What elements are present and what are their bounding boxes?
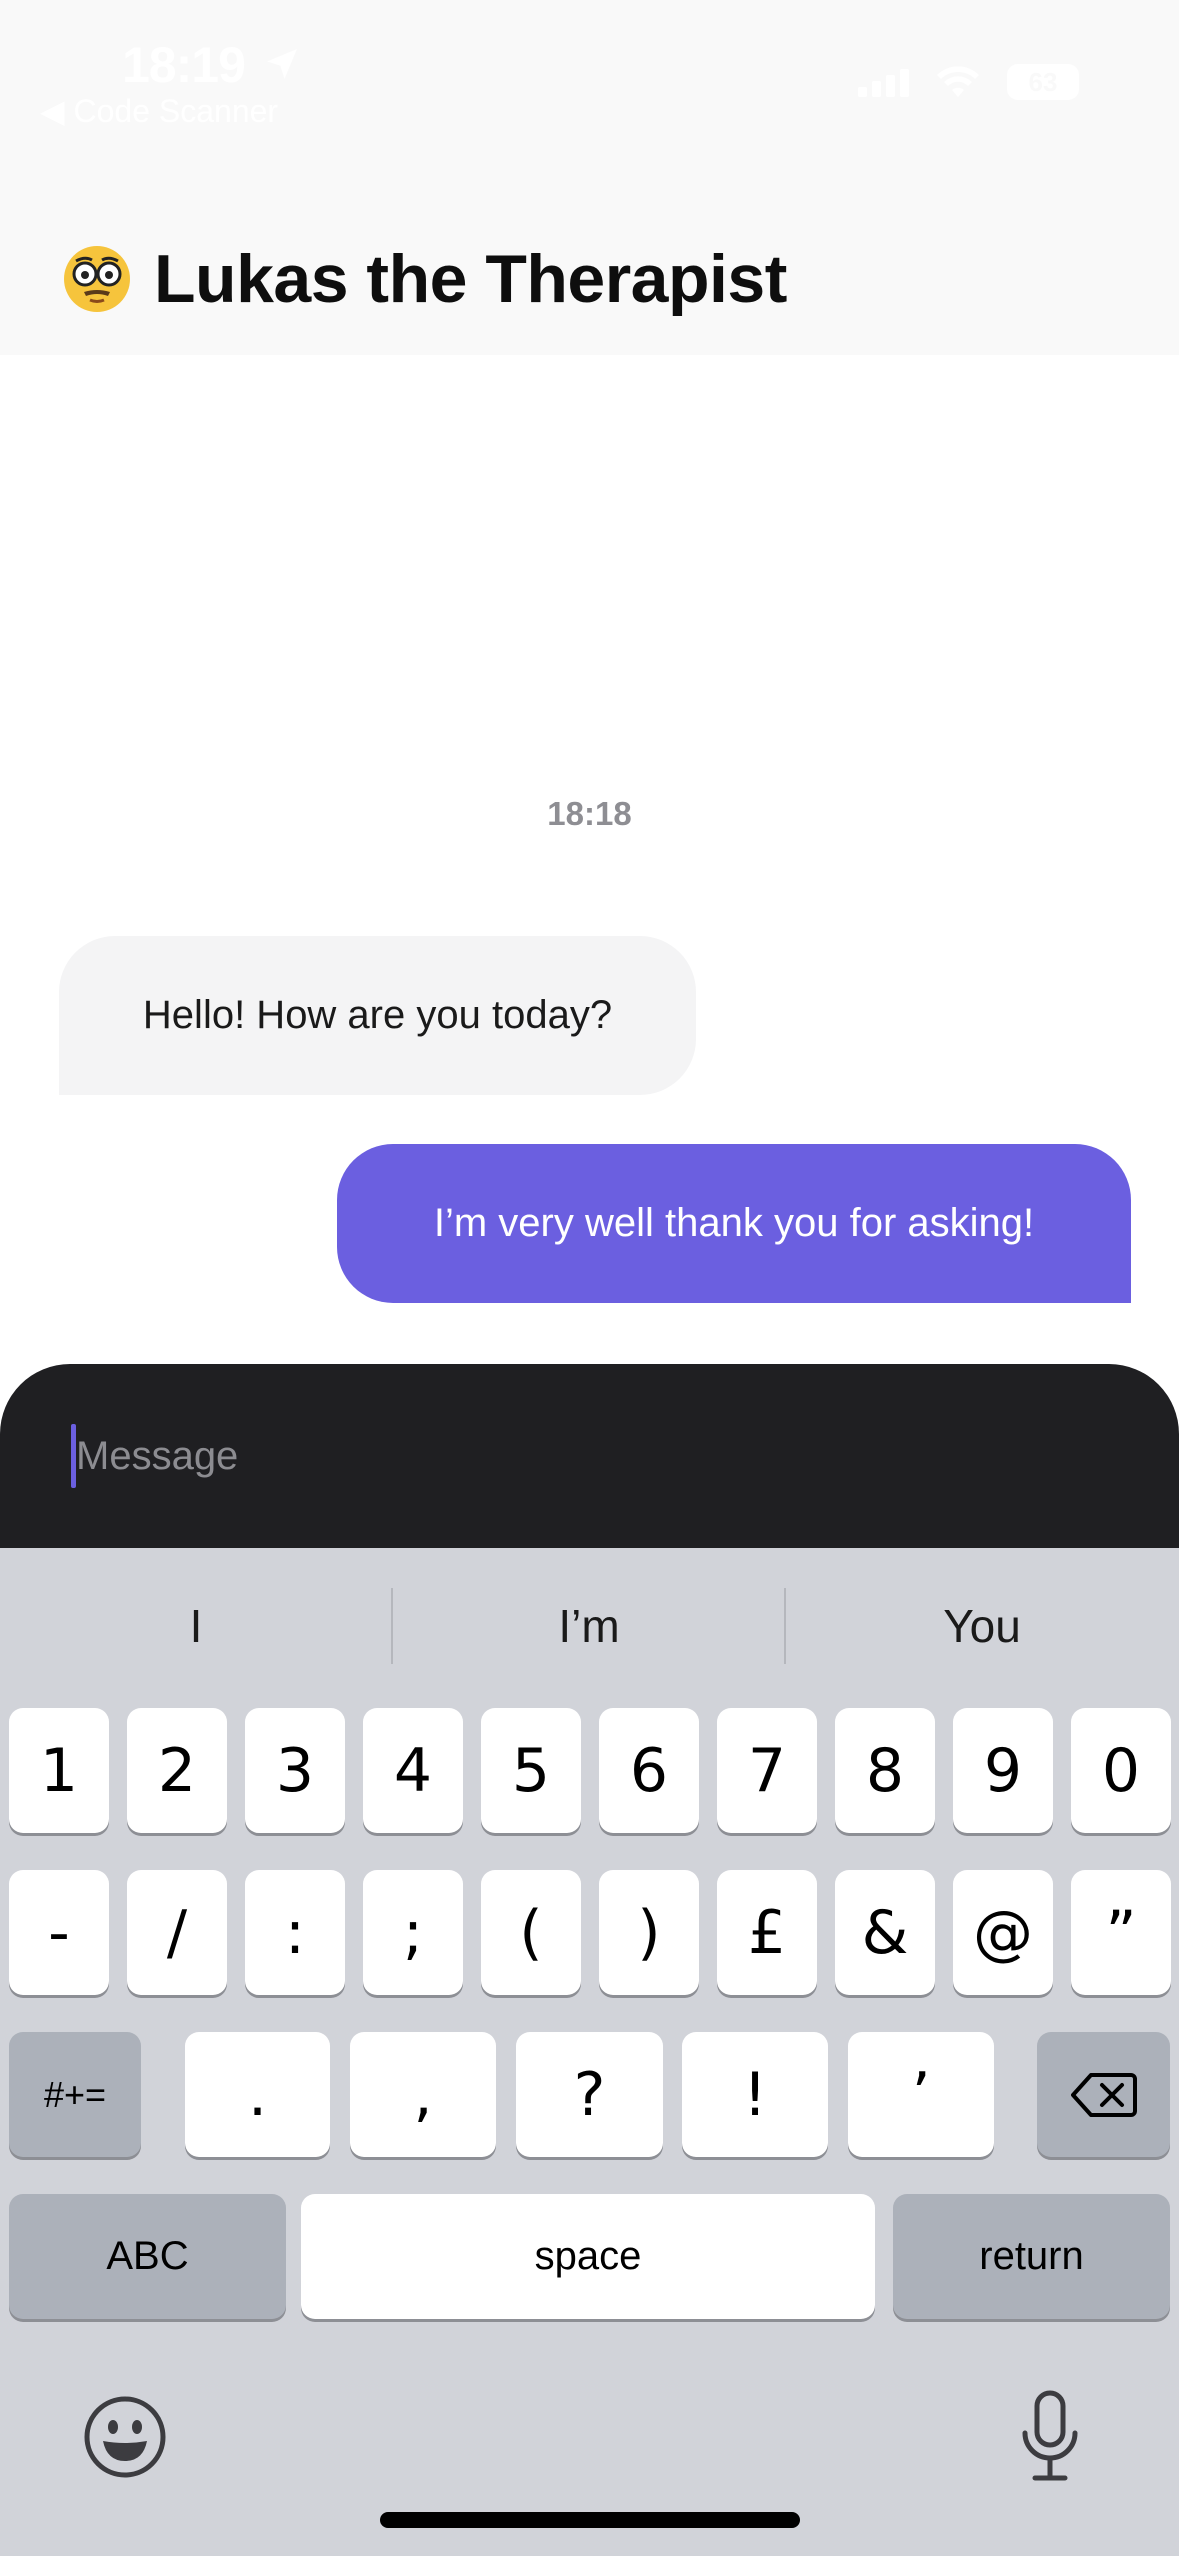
key-at[interactable]: @ [953,1870,1053,1995]
suggestion-item[interactable]: You [786,1588,1178,1664]
return-key[interactable]: return [893,2194,1170,2319]
key-comma[interactable]: , [350,2032,496,2157]
nerd-glasses-face-icon [64,246,130,312]
wifi-icon [937,66,979,97]
key-semicolon[interactable]: ; [363,1870,463,1995]
key-exclamation[interactable]: ! [682,2032,828,2157]
status-time: 18:19 [122,37,246,93]
outgoing-message-bubble: I’m very well thank you for asking! [337,1144,1131,1303]
location-arrow-icon [267,49,297,79]
key-5[interactable]: 5 [481,1708,581,1833]
emoji-smile-icon [84,2396,166,2478]
suggestion-item[interactable]: I’m [393,1588,785,1664]
key-1[interactable]: 1 [9,1708,109,1833]
chat-title: Lukas the Therapist [62,240,787,318]
text-cursor [71,1424,76,1488]
microphone-icon [1022,2390,1078,2481]
status-indicators: 63 [858,64,1079,100]
navigation-header: 18:19 ◀ Code Scanner 63 Lukas the Therap… [0,0,1179,355]
key-3[interactable]: 3 [245,1708,345,1833]
emoji-keyboard-button[interactable] [80,2392,170,2482]
key-8[interactable]: 8 [835,1708,935,1833]
suggestion-item[interactable]: I [0,1588,392,1664]
back-to-app-link[interactable]: ◀ Code Scanner [40,92,278,130]
message-timestamp: 18:18 [547,795,632,832]
message-input[interactable] [76,1414,1116,1498]
key-period[interactable]: . [185,2032,330,2157]
home-indicator[interactable] [380,2512,800,2528]
key-question[interactable]: ? [516,2032,663,2157]
key-slash[interactable]: / [127,1870,227,1995]
key-pound[interactable]: £ [717,1870,817,1995]
backspace-icon [1070,2072,1137,2117]
key-7[interactable]: 7 [717,1708,817,1833]
space-key[interactable]: space [301,2194,875,2319]
key-6[interactable]: 6 [599,1708,699,1833]
delete-key[interactable] [1037,2032,1170,2157]
key-close-paren[interactable]: ) [599,1870,699,1995]
key-quote[interactable]: ” [1071,1870,1171,1995]
key-apostrophe[interactable]: ’ [848,2032,994,2157]
key-colon[interactable]: : [245,1870,345,1995]
symbols-toggle-key[interactable]: #+= [9,2032,141,2157]
page-title: Lukas the Therapist [154,241,787,317]
key-4[interactable]: 4 [363,1708,463,1833]
dictation-button[interactable] [1010,2386,1090,2486]
status-bar: 18:19 ◀ Code Scanner 63 [0,0,1179,140]
key-ampersand[interactable]: & [835,1870,935,1995]
cellular-signal-icon [858,67,909,97]
key-9[interactable]: 9 [953,1708,1053,1833]
key-hyphen[interactable]: - [9,1870,109,1995]
key-0[interactable]: 0 [1071,1708,1171,1833]
key-2[interactable]: 2 [127,1708,227,1833]
abc-key[interactable]: ABC [9,2194,286,2319]
key-open-paren[interactable]: ( [481,1870,581,1995]
battery-indicator: 63 [1007,64,1079,100]
predictive-suggestions: I I’m You [0,1548,1179,1704]
incoming-message-bubble: Hello! How are you today? [59,936,696,1095]
